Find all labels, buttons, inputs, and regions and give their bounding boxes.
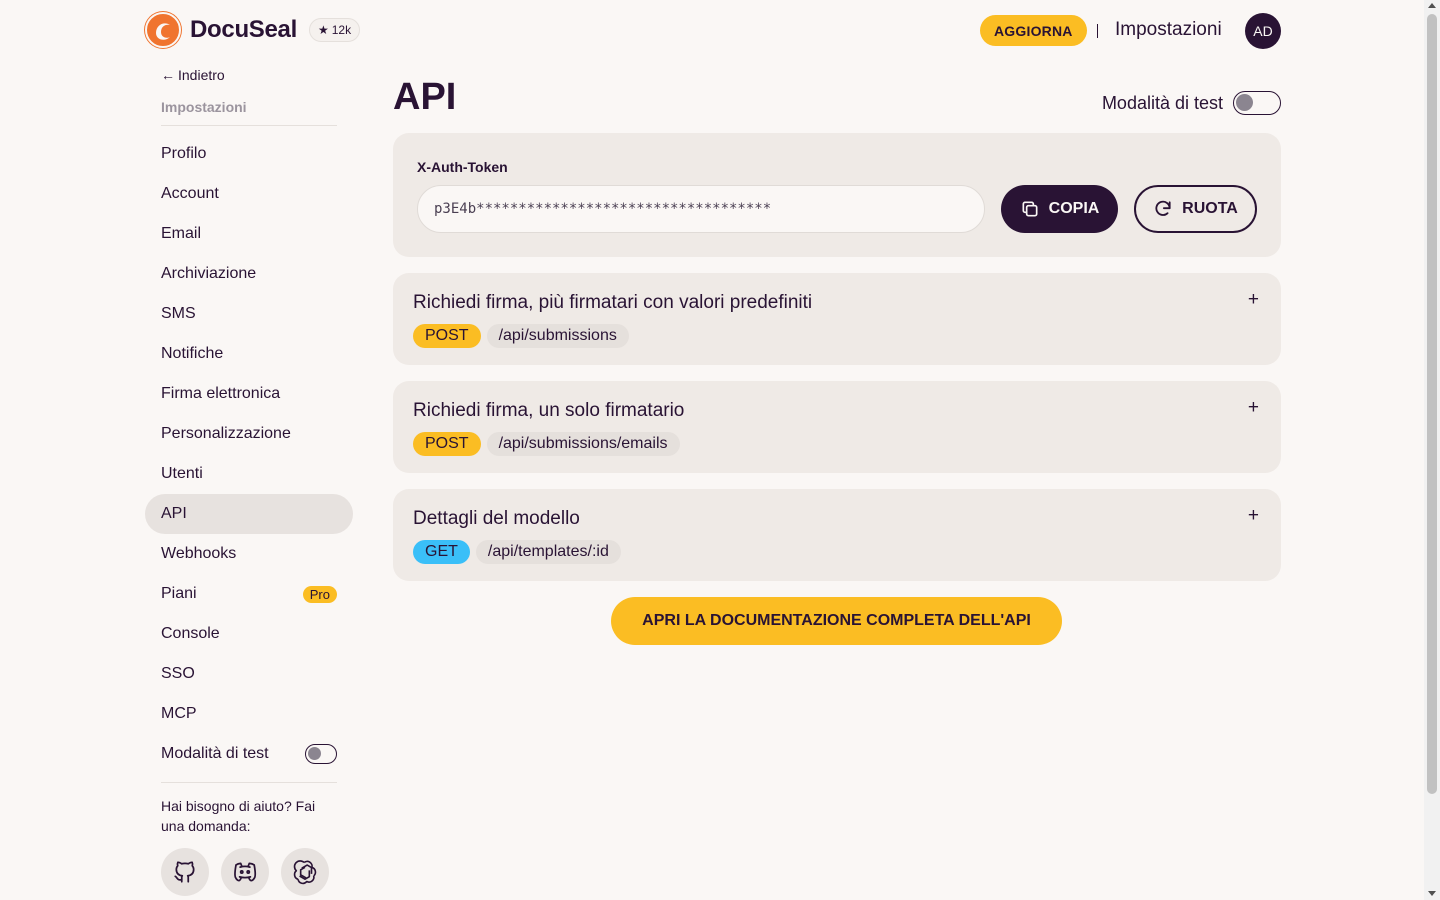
copy-icon — [1022, 201, 1038, 217]
arrow-left-icon: ← — [161, 67, 175, 83]
sidebar-item-storage[interactable]: Archiviazione — [145, 254, 353, 294]
expand-plus-icon[interactable]: + — [1248, 505, 1259, 527]
sidebar-item-label: Account — [161, 185, 219, 202]
sidebar-item-label: SMS — [161, 305, 196, 322]
settings-link[interactable]: Impostazioni — [1115, 19, 1222, 41]
page-title: API — [393, 76, 457, 118]
logo[interactable]: DocuSeal ★ 12k — [144, 11, 361, 49]
sidebar-item-console[interactable]: Console — [145, 614, 353, 654]
refresh-icon — [1155, 200, 1171, 216]
copy-label: COPIA — [1048, 200, 1100, 217]
openai-icon[interactable] — [281, 848, 329, 896]
sidebar-item-personalization[interactable]: Personalizzazione — [145, 414, 353, 454]
sidebar-item-label: Profilo — [161, 145, 207, 162]
endpoint-tags: POST /api/submissions — [413, 324, 629, 348]
endpoint-title: Richiedi firma, un solo firmatario — [413, 400, 685, 421]
endpoint-title: Dettagli del modello — [413, 508, 580, 529]
token-label: X-Auth-Token — [417, 159, 508, 175]
upgrade-button[interactable]: AGGIORNA — [980, 15, 1087, 46]
scrollbar-thumb[interactable] — [1427, 14, 1437, 794]
test-mode-toggle-sidebar[interactable] — [305, 744, 337, 764]
sidebar-item-users[interactable]: Utenti — [145, 454, 353, 494]
github-stars-badge[interactable]: ★ 12k — [308, 18, 361, 42]
sidebar-item-webhooks[interactable]: Webhooks — [145, 534, 353, 574]
help-links — [161, 848, 329, 896]
scroll-up-arrow-icon[interactable] — [1428, 3, 1436, 8]
sidebar-item-mcp[interactable]: MCP — [145, 694, 353, 734]
github-icon[interactable] — [161, 848, 209, 896]
test-mode-toggle[interactable] — [1233, 91, 1281, 115]
sidebar-item-label: Archiviazione — [161, 265, 257, 282]
sidebar-item-sms[interactable]: SMS — [145, 294, 353, 334]
sidebar-item-esignature[interactable]: Firma elettronica — [145, 374, 353, 414]
header-divider — [1097, 24, 1098, 38]
endpoint-card[interactable]: Richiedi firma, un solo firmatario + POS… — [393, 381, 1281, 473]
endpoint-card[interactable]: Richiedi firma, più firmatari con valori… — [393, 273, 1281, 365]
sidebar-item-label: Email — [161, 225, 202, 242]
sidebar-item-account[interactable]: Account — [145, 174, 353, 214]
open-api-docs-button[interactable]: APRI LA DOCUMENTAZIONE COMPLETA DELL'API — [611, 597, 1062, 645]
scrollbar[interactable] — [1424, 0, 1440, 900]
sidebar-item-label: Console — [161, 625, 220, 642]
help-text: Hai bisogno di aiuto? Fai una domanda: — [161, 798, 316, 834]
settings-menu: Profilo Account Email Archiviazione SMS … — [145, 134, 353, 774]
sidebar-item-email[interactable]: Email — [145, 214, 353, 254]
pro-badge: Pro — [302, 585, 337, 603]
endpoint-title: Richiedi firma, più firmatari con valori… — [413, 292, 813, 313]
avatar[interactable]: AD — [1245, 13, 1281, 49]
rotate-label: RUOTA — [1182, 200, 1238, 217]
discord-icon[interactable] — [221, 848, 269, 896]
sidebar-item-label: Webhooks — [161, 545, 237, 562]
sidebar-item-label: API — [161, 505, 187, 522]
sidebar-item-label: MCP — [161, 705, 197, 722]
back-link[interactable]: ← Indietro — [161, 67, 225, 83]
expand-plus-icon[interactable]: + — [1248, 397, 1259, 419]
endpoint-tags: POST /api/submissions/emails — [413, 432, 680, 456]
sidebar-item-sso[interactable]: SSO — [145, 654, 353, 694]
endpoint-tags: GET /api/templates/:id — [413, 540, 621, 564]
test-mode-control: Modalità di test — [1102, 91, 1281, 115]
sidebar-item-plans[interactable]: Piani Pro — [145, 574, 353, 614]
docuseal-logo-icon — [144, 11, 182, 49]
sidebar-item-label: Piani — [161, 585, 197, 602]
sidebar-item-label: Modalità di test — [161, 745, 269, 762]
endpoint-path: /api/templates/:id — [475, 540, 621, 564]
copy-button[interactable]: COPIA — [1001, 185, 1118, 233]
sidebar-item-label: SSO — [161, 665, 195, 682]
sidebar-item-api[interactable]: API — [145, 494, 353, 534]
top-header: DocuSeal ★ 12k AGGIORNA Impostazioni AD — [0, 0, 1424, 62]
sidebar-item-label: Utenti — [161, 465, 203, 482]
divider — [161, 782, 337, 783]
sidebar-item-test-mode[interactable]: Modalità di test — [145, 734, 353, 774]
auth-token-card: X-Auth-Token p3E4b**********************… — [393, 133, 1281, 257]
brand-name: DocuSeal — [190, 16, 297, 43]
method-badge: POST — [413, 432, 481, 456]
rotate-button[interactable]: RUOTA — [1134, 185, 1257, 233]
star-icon: ★ — [317, 23, 329, 37]
sidebar-heading: Impostazioni — [161, 99, 247, 115]
divider — [161, 125, 337, 126]
sidebar-item-profile[interactable]: Profilo — [145, 134, 353, 174]
endpoint-path: /api/submissions/emails — [486, 432, 680, 456]
method-badge: POST — [413, 324, 481, 348]
sidebar-item-notifications[interactable]: Notifiche — [145, 334, 353, 374]
endpoint-card[interactable]: Dettagli del modello + GET /api/template… — [393, 489, 1281, 581]
star-count: 12k — [331, 23, 352, 37]
sidebar-item-label: Firma elettronica — [161, 385, 281, 402]
test-mode-label: Modalità di test — [1101, 92, 1223, 113]
token-field[interactable]: p3E4b*********************************** — [417, 185, 985, 233]
expand-plus-icon[interactable]: + — [1248, 289, 1259, 311]
endpoint-path: /api/submissions — [486, 324, 629, 348]
method-badge: GET — [413, 540, 470, 564]
sidebar-item-label: Personalizzazione — [161, 425, 291, 442]
sidebar-item-label: Notifiche — [161, 345, 224, 362]
back-label: Indietro — [178, 67, 225, 83]
scroll-down-arrow-icon[interactable] — [1428, 891, 1436, 896]
